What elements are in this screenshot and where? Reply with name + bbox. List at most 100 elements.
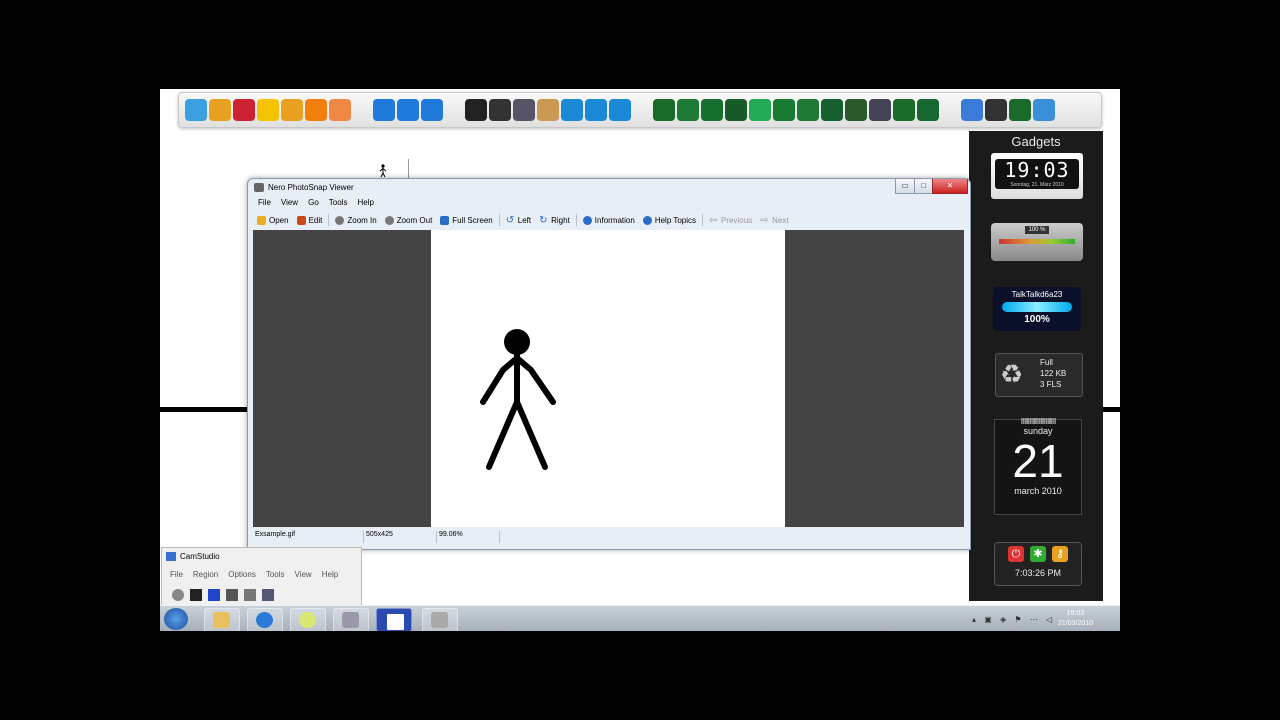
- gear-globe-icon[interactable]: [1009, 99, 1031, 121]
- next-button[interactable]: ⇨ Next: [756, 214, 792, 226]
- settings-icon[interactable]: [1033, 99, 1055, 121]
- menu-go[interactable]: Go: [308, 198, 319, 210]
- stop-icon[interactable]: [208, 589, 220, 601]
- ie-icon: [256, 612, 273, 628]
- ie-icon[interactable]: [373, 99, 395, 121]
- taskbar-explorer[interactable]: [204, 608, 240, 631]
- green-clock-icon[interactable]: [773, 99, 795, 121]
- taskbar-app[interactable]: [333, 608, 369, 631]
- rotate-right-label: Right: [551, 215, 570, 225]
- joystick-icon[interactable]: [281, 99, 303, 121]
- recycle-files: 3 FLS: [1040, 380, 1062, 389]
- taskbar-ie[interactable]: [247, 608, 283, 631]
- network-icon[interactable]: [421, 99, 443, 121]
- rotate-left-button[interactable]: ↺ Left: [502, 214, 535, 226]
- green-hat-icon[interactable]: [797, 99, 819, 121]
- green-hat-icon[interactable]: [677, 99, 699, 121]
- taskbar-camstudio[interactable]: [376, 608, 412, 631]
- eye-icon[interactable]: [985, 99, 1007, 121]
- green-gear-icon[interactable]: [845, 99, 867, 121]
- region-icon[interactable]: [226, 589, 238, 601]
- cam-menu-view[interactable]: View: [295, 570, 312, 579]
- cube-icon[interactable]: [257, 99, 279, 121]
- e-icon[interactable]: [561, 99, 583, 121]
- chart-icon[interactable]: [537, 99, 559, 121]
- minimize-button[interactable]: ▭: [895, 179, 915, 194]
- rotate-left-icon: ↺: [505, 214, 515, 226]
- green-window-icon[interactable]: [917, 99, 939, 121]
- cam-menu-tools[interactable]: Tools: [266, 570, 285, 579]
- rotate-right-icon: ↻: [539, 214, 548, 226]
- green-window-icon[interactable]: [821, 99, 843, 121]
- cam-menu-region[interactable]: Region: [193, 570, 218, 579]
- clock-gadget[interactable]: 19:03 Sonntag, 21. März 2010: [991, 153, 1083, 199]
- previous-button[interactable]: ⇦ Previous: [705, 215, 756, 225]
- wifi-network-name: TalkTalkd6a23: [1011, 290, 1063, 299]
- e-icon[interactable]: [585, 99, 607, 121]
- folder-icon[interactable]: [397, 99, 419, 121]
- record-icon[interactable]: [172, 589, 184, 601]
- full-screen-button[interactable]: Full Screen: [436, 215, 496, 225]
- hat-icon[interactable]: [489, 99, 511, 121]
- taskbar-photosnap[interactable]: [422, 608, 458, 631]
- hat-icon[interactable]: [465, 99, 487, 121]
- power-icon[interactable]: ⏻: [1008, 546, 1024, 562]
- menu-file[interactable]: File: [258, 198, 271, 210]
- folder-icon: [257, 215, 266, 225]
- taskbar-app[interactable]: [290, 608, 326, 631]
- media-player-icon[interactable]: [329, 99, 351, 121]
- information-button[interactable]: Information: [579, 215, 639, 225]
- close-button[interactable]: ✕: [932, 179, 968, 194]
- start-button[interactable]: [164, 608, 188, 630]
- wifi-gadget[interactable]: TalkTalkd6a23 100%: [993, 287, 1081, 331]
- zoom-out-button[interactable]: Zoom Out: [381, 215, 437, 225]
- system-tray[interactable]: ▴ ▣ ◈ ⚑ ⋯ ◁: [972, 615, 1055, 624]
- taskbar-clock[interactable]: 19:03 21/03/2010: [1058, 609, 1093, 629]
- open-button[interactable]: Open: [253, 215, 293, 225]
- green-globe-icon[interactable]: [653, 99, 675, 121]
- e-icon[interactable]: [609, 99, 631, 121]
- green-globe-icon[interactable]: [893, 99, 915, 121]
- rotate-right-button[interactable]: ↻ Right: [535, 214, 574, 226]
- image-canvas: [253, 230, 964, 527]
- film-reel-icon[interactable]: [513, 99, 535, 121]
- recycle-bin-gadget[interactable]: ♻ Full 122 KB 3 FLS: [995, 353, 1083, 397]
- viewer-app-icon: [254, 183, 264, 192]
- window-titlebar[interactable]: Nero PhotoSnap Viewer ▭ □ ✕: [248, 179, 970, 195]
- tools-icon[interactable]: [869, 99, 891, 121]
- toolbar-separator: [328, 214, 330, 226]
- menu-tools[interactable]: Tools: [329, 198, 348, 210]
- grid-icon[interactable]: [961, 99, 983, 121]
- cam-menu-file[interactable]: File: [170, 570, 183, 579]
- camstudio-icon: [166, 552, 176, 561]
- green-globe-icon[interactable]: [725, 99, 747, 121]
- green-globe-icon[interactable]: [749, 99, 771, 121]
- lock-icon[interactable]: ⚷: [1052, 546, 1068, 562]
- menu-view[interactable]: View: [281, 198, 298, 210]
- paint-icon[interactable]: [185, 99, 207, 121]
- vlc-cone-icon[interactable]: [305, 99, 327, 121]
- cpu-meter-gadget[interactable]: 100 %: [991, 223, 1083, 261]
- maximize-button[interactable]: □: [914, 179, 933, 194]
- photo-viewer-window: Nero PhotoSnap Viewer ▭ □ ✕ File View Go…: [247, 178, 971, 550]
- calendar-gadget[interactable]: ǁǁǁǁǁǁǁǁǁǁǁǁǁǁǁ sunday 21 march 2010: [994, 417, 1082, 515]
- toolbar-separator: [702, 214, 704, 226]
- settings-icon[interactable]: [262, 589, 274, 601]
- camstudio-icon: [385, 612, 406, 631]
- cam-menu-options[interactable]: Options: [228, 570, 256, 579]
- restart-icon[interactable]: ✱: [1030, 546, 1046, 562]
- window-title: Nero PhotoSnap Viewer: [268, 183, 354, 192]
- menu-help[interactable]: Help: [357, 198, 373, 210]
- zoom-in-button[interactable]: Zoom In: [331, 215, 380, 225]
- taskbar: ▴ ▣ ◈ ⚑ ⋯ ◁ 19:03 21/03/2010: [160, 605, 1120, 631]
- rocket-icon[interactable]: [233, 99, 255, 121]
- arrow-right-icon: ⇨: [760, 214, 769, 226]
- green-film-icon[interactable]: [701, 99, 723, 121]
- edit-button[interactable]: Edit: [293, 215, 327, 225]
- tools-icon[interactable]: [209, 99, 231, 121]
- video-icon[interactable]: [244, 589, 256, 601]
- pause-icon[interactable]: [190, 589, 202, 601]
- edit-label: Edit: [308, 215, 323, 225]
- help-topics-button[interactable]: Help Topics: [639, 215, 700, 225]
- cam-menu-help[interactable]: Help: [322, 570, 338, 579]
